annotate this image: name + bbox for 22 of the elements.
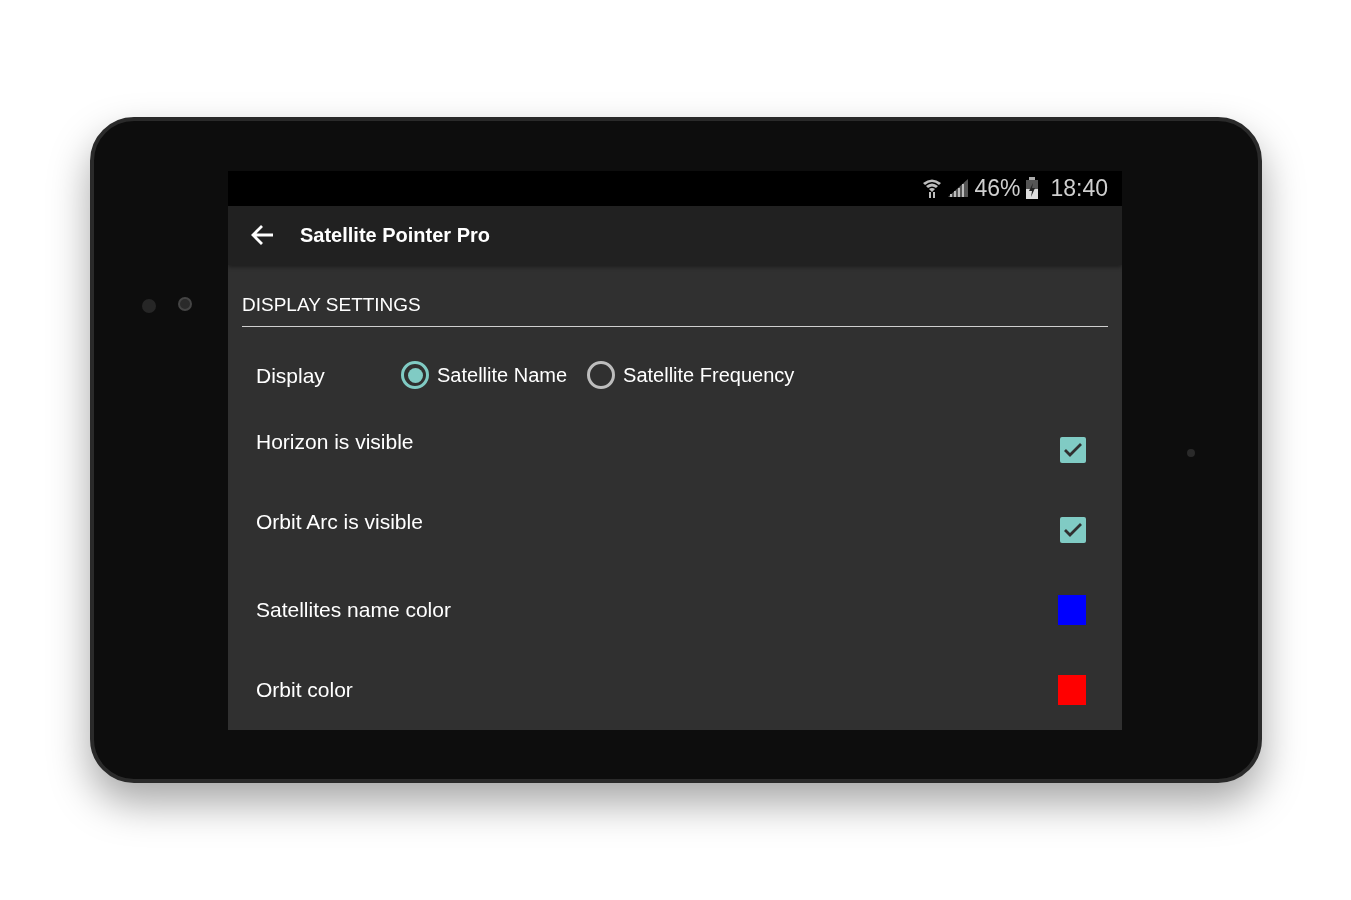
signal-icon <box>948 179 969 198</box>
section-header: DISPLAY SETTINGS <box>242 294 421 316</box>
color-swatch[interactable] <box>1058 675 1086 705</box>
check-icon <box>1063 441 1083 459</box>
checkbox[interactable] <box>1060 437 1086 463</box>
setting-label: Orbit color <box>256 677 353 704</box>
check-icon <box>1063 521 1083 539</box>
sensor-icon <box>142 299 156 313</box>
camera-icon <box>178 297 192 311</box>
wifi-icon <box>922 177 943 200</box>
clock-time: 18:40 <box>1050 174 1108 203</box>
setting-label: Satellites name color <box>256 597 451 624</box>
battery-icon <box>1026 177 1039 200</box>
radio-option[interactable]: Satellite Frequency <box>587 360 795 391</box>
app-title: Satellite Pointer Pro <box>300 223 491 249</box>
setting-label: Orbit Arc is visible <box>256 509 423 536</box>
checkbox[interactable] <box>1060 517 1086 543</box>
setting-label: Horizon is visible <box>256 429 414 456</box>
battery-percent: 46% <box>974 174 1021 203</box>
radio-option[interactable]: Satellite Name <box>401 360 568 391</box>
display-label: Display <box>256 362 326 389</box>
color-swatch[interactable] <box>1058 595 1086 625</box>
